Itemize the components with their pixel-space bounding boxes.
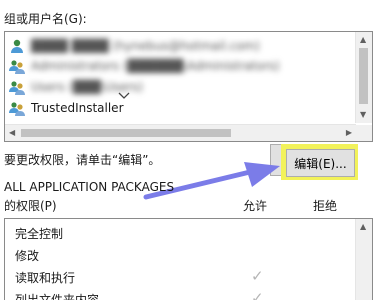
horizontal-scrollbar[interactable]: ◀ ▶ [5,124,356,141]
permission-row: 完全控制 [15,222,63,244]
scroll-down-icon[interactable]: ▼ [360,111,366,119]
user-name: ████ ████ (hynebus@hotmail.com) [31,39,260,53]
deny-column-header: 拒绝 [313,197,337,214]
permission-name: 读取和执行 [15,269,75,286]
group-icon [9,100,25,116]
user-name: Administrators (██████\Administrators) [31,59,280,73]
change-permissions-hint: 要更改权限，请单击“编辑”。 [4,151,160,168]
group-icon [9,58,25,74]
vertical-scrollbar[interactable]: ▲ ▼ [355,32,372,123]
permissions-label: 的权限(P) [4,197,57,214]
scroll-right-icon[interactable]: ▶ [346,129,352,137]
group-or-user-label: 组或用户名(G): [4,10,87,27]
user-name: TrustedInstaller [31,101,124,115]
scroll-thumb[interactable] [21,129,231,137]
user-list[interactable]: ████ ████ (hynebus@hotmail.com) Administ… [4,31,373,142]
user-list-item[interactable]: ████ ████ (hynebus@hotmail.com) [9,36,260,56]
allow-check-icon: ✓ [251,267,264,285]
permission-row: 列出文件夹内容 [15,288,99,300]
selected-principal: ALL APPLICATION PACKAGES [4,180,174,194]
permission-name: 修改 [15,247,39,264]
vertical-scrollbar[interactable]: ▲ [355,219,372,300]
scroll-thumb[interactable] [359,48,368,104]
scrollbar-corner [356,125,372,141]
scroll-up-icon[interactable]: ▲ [360,36,366,44]
user-list-item[interactable]: TrustedInstaller [9,98,124,118]
group-icon [9,79,25,95]
permission-row: 修改 [15,244,39,266]
user-list-item[interactable]: Administrators (██████\Administrators) [9,56,280,76]
user-icon [9,38,25,54]
scroll-left-icon[interactable]: ◀ [9,129,15,137]
scroll-up-icon[interactable]: ▲ [360,223,366,231]
permission-row: 读取和执行 [15,266,75,288]
allow-column-header: 允许 [243,197,267,214]
permission-name: 完全控制 [15,225,63,242]
permissions-list[interactable]: 完全控制 修改 读取和执行 ✓ 列出文件夹内容 ✓ ▲ [4,218,373,300]
highlight-box: 编辑(E)... [281,144,358,180]
edit-button[interactable]: 编辑(E)... [286,149,355,177]
allow-check-icon: ✓ [251,289,264,300]
cursor-icon [117,90,133,104]
